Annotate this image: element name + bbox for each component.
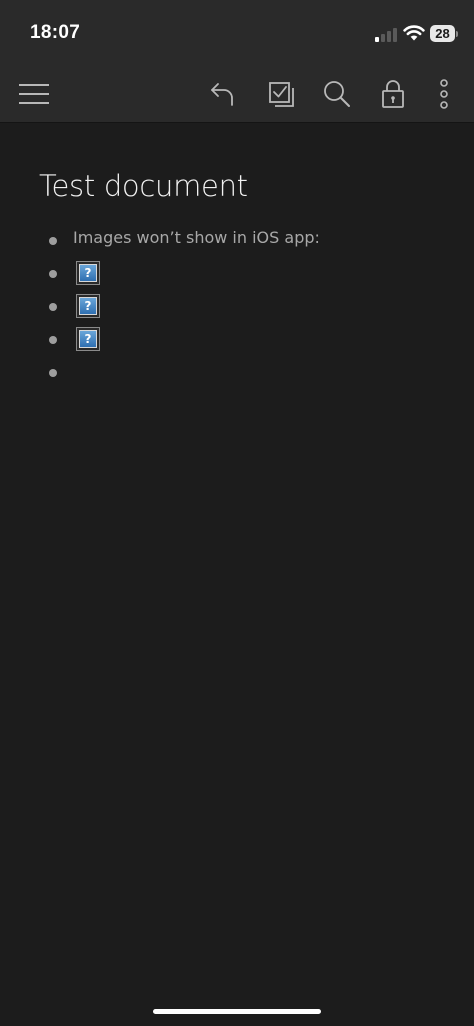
question-mark-icon: ? <box>79 264 97 282</box>
list-item[interactable]: ? <box>0 259 474 292</box>
checklist-button[interactable] <box>263 76 299 112</box>
document-title[interactable]: Test document <box>39 169 248 203</box>
battery-cap <box>456 31 458 37</box>
battery-icon: 28 <box>430 25 455 42</box>
search-icon <box>324 81 350 107</box>
document-canvas[interactable]: Test document Images won’t show in iOS a… <box>0 123 474 1026</box>
hamburger-menu-icon <box>19 84 49 104</box>
list-item[interactable]: ? <box>0 325 474 358</box>
question-mark-icon: ? <box>79 297 97 315</box>
status-bar: 18:07 28 <box>0 0 474 64</box>
broken-image-icon[interactable]: ? <box>76 294 100 318</box>
undo-arrow-icon <box>211 83 233 106</box>
app-screen: 18:07 28 Test document Images won’t show… <box>0 0 474 1026</box>
bullet-text: Images won’t show in iOS app: <box>73 228 320 247</box>
undo-button[interactable] <box>204 76 240 112</box>
menu-button[interactable] <box>16 76 52 112</box>
question-mark-icon: ? <box>79 330 97 348</box>
broken-image-icon[interactable]: ? <box>76 261 100 285</box>
checkbox-icon <box>269 82 294 107</box>
list-item[interactable]: ? <box>0 292 474 325</box>
bullet-dot <box>49 369 57 377</box>
broken-image-icon[interactable]: ? <box>76 327 100 351</box>
lock-button[interactable] <box>375 76 411 112</box>
document-toolbar <box>0 64 474 123</box>
lock-icon <box>382 80 404 108</box>
search-button[interactable] <box>319 76 355 112</box>
wifi-icon <box>403 24 425 45</box>
bullet-dot <box>49 270 57 278</box>
bullet-dot <box>49 303 57 311</box>
bullet-dot <box>49 237 57 245</box>
status-time: 18:07 <box>30 22 81 43</box>
bullet-list: Images won’t show in iOS app: ? ? ? <box>0 226 474 391</box>
list-item[interactable] <box>0 358 474 391</box>
vertical-ellipsis-icon <box>440 79 448 109</box>
more-options-button[interactable] <box>426 76 462 112</box>
list-item[interactable]: Images won’t show in iOS app: <box>0 226 474 259</box>
bullet-dot <box>49 336 57 344</box>
cellular-signal-icon <box>375 26 399 42</box>
home-indicator[interactable] <box>153 1009 321 1014</box>
